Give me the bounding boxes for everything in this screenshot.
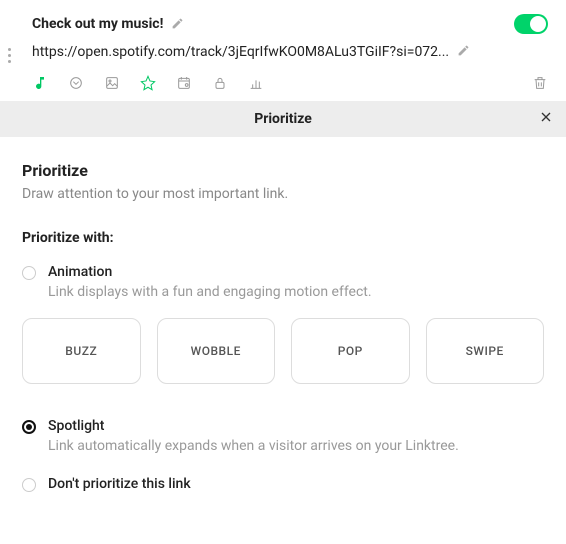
prioritize-banner: Prioritize <box>0 101 566 137</box>
radio-label: Don't prioritize this link <box>48 476 191 492</box>
radio-circle[interactable] <box>22 478 36 492</box>
link-url: https://open.spotify.com/track/3jEqrIfwK… <box>32 44 449 60</box>
thumbnail-icon[interactable] <box>104 75 120 91</box>
radio-label: Spotlight <box>48 418 459 434</box>
lock-icon[interactable] <box>212 75 228 91</box>
section-title: Prioritize <box>22 161 544 180</box>
radio-animation[interactable]: Animation Link displays with a fun and e… <box>22 264 544 300</box>
prioritize-section: Prioritize Draw attention to your most i… <box>0 137 566 516</box>
link-card: Check out my music! https://open.spotify… <box>0 0 566 101</box>
radio-label: Animation <box>48 264 372 280</box>
prioritize-icon[interactable] <box>140 75 156 91</box>
trash-icon[interactable] <box>532 75 548 91</box>
radio-desc: Link displays with a fun and engaging mo… <box>48 284 372 300</box>
drag-handle[interactable] <box>8 48 11 63</box>
animation-option-pop[interactable]: POP <box>291 318 410 384</box>
radio-none[interactable]: Don't prioritize this link <box>22 476 544 492</box>
radio-circle[interactable] <box>22 420 36 434</box>
radio-circle[interactable] <box>22 266 36 280</box>
close-icon[interactable] <box>538 109 554 129</box>
animation-options: BUZZ WOBBLE POP SWIPE <box>22 318 544 384</box>
redirect-icon[interactable] <box>68 75 84 91</box>
radio-spotlight[interactable]: Spotlight Link automatically expands whe… <box>22 418 544 454</box>
pencil-icon[interactable] <box>457 42 470 61</box>
banner-title: Prioritize <box>254 111 312 127</box>
prioritize-with-label: Prioritize with: <box>22 230 544 246</box>
schedule-icon[interactable] <box>176 75 192 91</box>
pencil-icon[interactable] <box>171 15 184 34</box>
radio-desc: Link automatically expands when a visito… <box>48 438 459 454</box>
section-subtitle: Draw attention to your most important li… <box>22 186 544 202</box>
analytics-icon[interactable] <box>248 75 264 91</box>
animation-option-swipe[interactable]: SWIPE <box>426 318 545 384</box>
animation-option-wobble[interactable]: WOBBLE <box>157 318 276 384</box>
link-title: Check out my music! <box>32 16 163 32</box>
enable-toggle[interactable] <box>514 14 548 34</box>
music-icon[interactable] <box>32 75 48 91</box>
animation-option-buzz[interactable]: BUZZ <box>22 318 141 384</box>
